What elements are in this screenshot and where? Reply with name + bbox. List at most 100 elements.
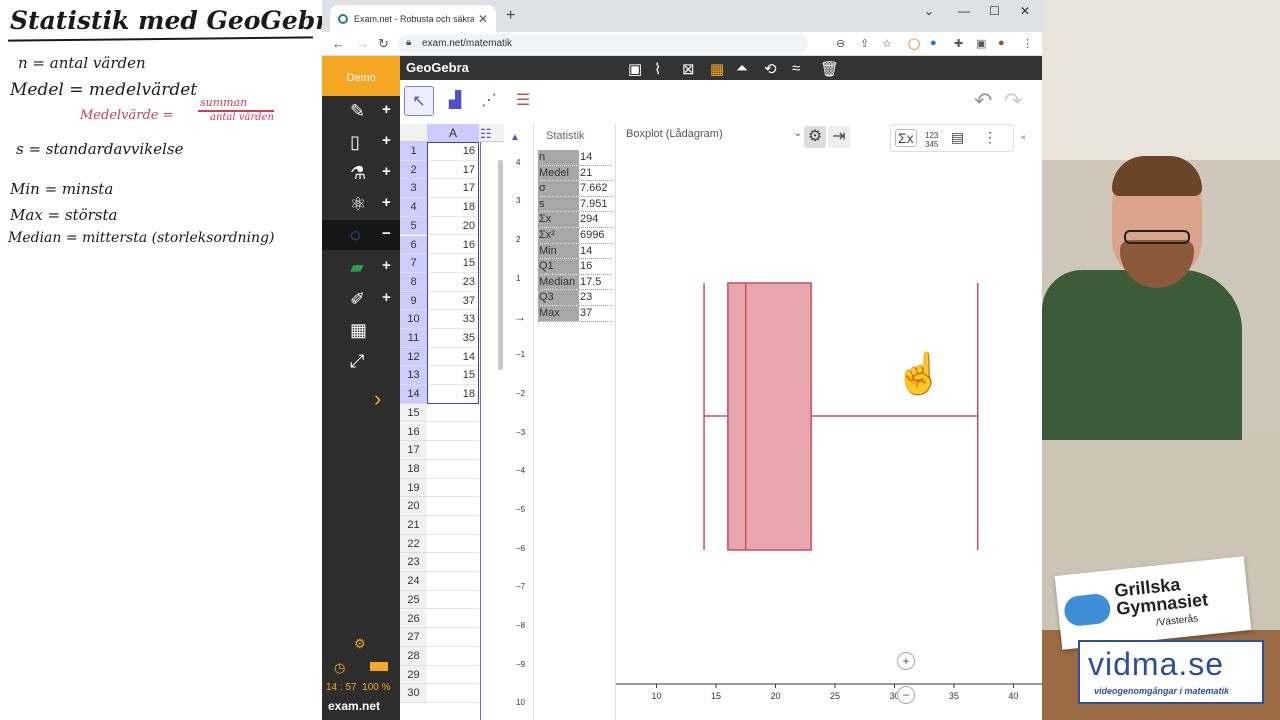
- cell-a[interactable]: [427, 572, 479, 591]
- one-variable-analysis-icon[interactable]: ▟: [440, 86, 470, 116]
- column-header-a[interactable]: A: [427, 124, 479, 142]
- row-number[interactable]: 23: [400, 553, 427, 573]
- cell-a[interactable]: [427, 553, 479, 573]
- new-tab-button[interactable]: +: [506, 7, 515, 25]
- row-number[interactable]: 27: [400, 628, 427, 647]
- row-number[interactable]: 24: [400, 572, 427, 591]
- plot-type-select[interactable]: Boxplot (Lådagram) ⌄: [626, 128, 802, 146]
- row-number[interactable]: 21: [400, 516, 427, 535]
- extension-chat-icon[interactable]: ●: [930, 37, 937, 49]
- cell-a[interactable]: [427, 497, 479, 516]
- row-number[interactable]: 9: [400, 291, 427, 311]
- cell-a[interactable]: [427, 684, 479, 703]
- back-icon[interactable]: ←: [332, 36, 345, 51]
- row-number[interactable]: 4: [400, 198, 427, 217]
- row-number[interactable]: 19: [400, 478, 427, 498]
- zoom-out-icon[interactable]: −: [897, 686, 915, 704]
- cell-a[interactable]: [427, 479, 479, 498]
- list-tool-icon[interactable]: ☰: [508, 86, 538, 116]
- extension-ring-icon[interactable]: ◯: [908, 37, 920, 50]
- graphics-view-icon[interactable]: ⌇: [654, 60, 661, 78]
- row-number[interactable]: 20: [400, 497, 427, 516]
- undo-icon[interactable]: ↶: [974, 88, 992, 114]
- algebra-view-icon[interactable]: ▣: [628, 60, 642, 78]
- profile-avatar[interactable]: ●: [998, 37, 1005, 49]
- cell-a[interactable]: [427, 535, 479, 554]
- spreadsheet-scrollbar[interactable]: [498, 160, 503, 370]
- row-number[interactable]: 17: [400, 441, 427, 460]
- share-icon[interactable]: ⇪: [860, 37, 869, 50]
- settings-gear-icon[interactable]: ⚙: [354, 636, 366, 652]
- sidebar-item-calculator[interactable]: ▦: [322, 315, 400, 345]
- row-number[interactable]: 12: [400, 347, 427, 367]
- sidebar-item-brush[interactable]: ✐ +: [322, 284, 400, 314]
- sum-icon[interactable]: Σx: [895, 129, 917, 147]
- two-variable-analysis-icon[interactable]: ⋰: [474, 86, 504, 116]
- move-tool-icon[interactable]: ↖: [404, 86, 434, 116]
- sidebar-item-pencil[interactable]: ✎ +: [322, 96, 400, 126]
- row-number[interactable]: 1: [400, 142, 427, 161]
- sidebar-item-atom[interactable]: ⚛ +: [322, 189, 400, 219]
- row-number[interactable]: 18: [400, 459, 427, 479]
- spreadsheet-menu-icon[interactable]: ☷: [480, 126, 492, 142]
- zoom-icon[interactable]: ⊖: [836, 37, 845, 50]
- cell-a[interactable]: [427, 516, 479, 535]
- row-number[interactable]: 28: [400, 646, 427, 666]
- plot-settings-gear-icon[interactable]: ⚙: [804, 126, 826, 148]
- row-number[interactable]: 7: [400, 254, 427, 273]
- row-number[interactable]: 11: [400, 329, 427, 348]
- tab-search-icon[interactable]: ⌄: [924, 4, 934, 18]
- cell-a[interactable]: [427, 441, 479, 460]
- minimize-button[interactable]: —: [958, 4, 970, 18]
- row-number[interactable]: 14: [400, 385, 427, 404]
- close-tab-icon[interactable]: ✕: [478, 12, 488, 26]
- more-options-icon[interactable]: ⋮: [983, 129, 997, 146]
- row-number[interactable]: 6: [400, 235, 427, 255]
- zoom-in-icon[interactable]: +: [897, 652, 915, 670]
- row-number[interactable]: 22: [400, 534, 427, 554]
- numbers-icon[interactable]: 123 345: [925, 131, 945, 149]
- collapse-left-icon[interactable]: ◂: [1020, 132, 1025, 143]
- redo-icon[interactable]: ↷: [1004, 88, 1022, 114]
- sidebar-item-desmos[interactable]: ▰ +: [322, 252, 400, 282]
- maximize-button[interactable]: ☐: [989, 4, 1000, 18]
- bookmark-star-icon[interactable]: ☆: [882, 37, 892, 50]
- browser-tab[interactable]: Exam.net - Robusta och säkra di ✕: [330, 5, 496, 32]
- row-number[interactable]: 16: [400, 422, 427, 442]
- cell-a[interactable]: [427, 404, 479, 423]
- reload-icon[interactable]: ↻: [378, 36, 389, 52]
- row-number[interactable]: 5: [400, 216, 427, 236]
- row-number[interactable]: 2: [400, 160, 427, 180]
- browser-menu-icon[interactable]: ⋮: [1022, 37, 1033, 50]
- resize-handle-icon[interactable]: ▲: [510, 132, 520, 143]
- row-number[interactable]: 26: [400, 609, 427, 629]
- row-number[interactable]: 25: [400, 590, 427, 610]
- sidebar-item-geogebra[interactable]: ◌ −: [322, 220, 400, 250]
- close-window-button[interactable]: ✕: [1020, 4, 1030, 18]
- side-panel-icon[interactable]: ▣: [976, 37, 986, 50]
- row-number[interactable]: 29: [400, 665, 427, 685]
- trash-icon[interactable]: 🗑︎: [820, 60, 839, 78]
- row-number[interactable]: 13: [400, 366, 427, 386]
- sidebar-item-map[interactable]: ▯ +: [322, 127, 400, 157]
- cell-a[interactable]: [427, 610, 479, 629]
- export-plot-icon[interactable]: ⇥: [828, 126, 850, 148]
- sidebar-item-fullscreen[interactable]: ⤢: [322, 346, 400, 376]
- graphics2-view-icon[interactable]: ⟲: [764, 60, 777, 78]
- sidebar-item-lab[interactable]: ⚗ +: [322, 158, 400, 188]
- cell-a[interactable]: [427, 628, 479, 647]
- probability-view-icon[interactable]: ⏶: [736, 60, 748, 77]
- row-number[interactable]: 10: [400, 310, 427, 329]
- row-number[interactable]: 8: [400, 272, 427, 292]
- cell-a[interactable]: [427, 591, 479, 610]
- row-number[interactable]: 30: [400, 684, 427, 703]
- cell-a[interactable]: [427, 647, 479, 666]
- address-bar[interactable]: 🔒︎ exam.net/matematik: [398, 34, 808, 54]
- cell-a[interactable]: [427, 460, 479, 479]
- row-number[interactable]: 15: [400, 403, 427, 423]
- cell-a[interactable]: [427, 666, 479, 685]
- spreadsheet-view-icon[interactable]: ▦: [710, 60, 724, 78]
- chevron-right-icon[interactable]: ›: [374, 386, 381, 412]
- layout-icon[interactable]: ▤: [951, 129, 964, 146]
- forward-icon[interactable]: →: [356, 36, 369, 51]
